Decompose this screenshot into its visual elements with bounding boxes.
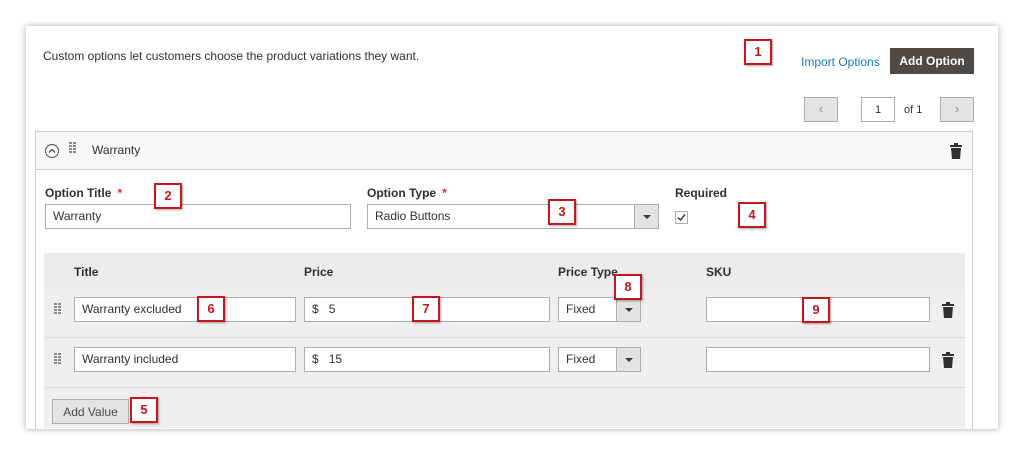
value-title-input[interactable]: Warranty included <box>74 347 296 372</box>
pager-prev-button[interactable]: ‹ <box>804 97 838 122</box>
option-type-select[interactable]: Radio Buttons <box>367 204 659 229</box>
import-options-link[interactable]: Import Options <box>801 55 880 69</box>
value-price-input[interactable]: $15 <box>304 347 550 372</box>
required-checkbox[interactable] <box>675 211 688 224</box>
option-header-title: Warranty <box>92 143 141 157</box>
value-title-input[interactable]: Warranty excluded <box>74 297 296 322</box>
currency-symbol: $ <box>312 302 319 316</box>
intro-text: Custom options let customers choose the … <box>43 49 420 63</box>
callout-marker: 4 <box>738 202 766 228</box>
checkmark-icon <box>677 214 686 222</box>
option-title-input[interactable]: Warranty <box>45 204 351 229</box>
option-type-label: Option Type * <box>367 186 447 200</box>
value-price-type-select[interactable]: Fixed <box>558 297 641 322</box>
callout-marker: 5 <box>130 397 158 423</box>
add-value-button[interactable]: Add Value <box>52 399 129 424</box>
add-option-button[interactable]: Add Option <box>890 48 974 74</box>
chevron-down-icon[interactable] <box>634 205 658 228</box>
values-grid-header: Title Price Price Type SKU <box>44 253 965 289</box>
option-title-label: Option Title * <box>45 186 123 200</box>
drag-handle-icon[interactable] <box>54 303 61 314</box>
pager-total-label: of 1 <box>904 104 923 116</box>
pager-next-button[interactable]: › <box>940 97 974 122</box>
collapse-circle-icon[interactable] <box>45 144 59 158</box>
callout-marker: 7 <box>412 296 440 322</box>
required-star: * <box>442 186 447 200</box>
trash-icon[interactable] <box>941 302 955 318</box>
price-type-value: Fixed <box>566 302 596 316</box>
custom-options-panel: Custom options let customers choose the … <box>26 26 998 429</box>
drag-handle-icon[interactable] <box>69 142 76 153</box>
currency-symbol: $ <box>312 352 319 366</box>
required-star: * <box>117 186 123 200</box>
column-sku: SKU <box>706 265 732 279</box>
column-price-type: Price Type <box>558 265 618 279</box>
trash-icon[interactable] <box>949 143 963 159</box>
callout-marker: 2 <box>154 183 182 209</box>
column-price: Price <box>304 265 334 279</box>
pager-page-input[interactable] <box>861 97 895 122</box>
price-type-value: Fixed <box>566 352 596 366</box>
callout-marker: 8 <box>614 274 642 300</box>
callout-marker: 1 <box>744 39 772 65</box>
option-fieldset: Warranty Option Title * Warranty Option T… <box>35 131 973 429</box>
row-divider <box>44 387 965 388</box>
chevron-down-icon[interactable] <box>616 348 640 371</box>
option-type-value: Radio Buttons <box>375 209 451 223</box>
callout-marker: 3 <box>548 199 576 225</box>
chevron-down-icon[interactable] <box>616 298 640 321</box>
price-value: 5 <box>328 302 336 316</box>
callout-marker: 6 <box>197 296 225 322</box>
option-header[interactable]: Warranty <box>36 132 972 170</box>
required-label: Required <box>675 186 728 200</box>
price-value: 15 <box>328 352 343 366</box>
row-divider <box>44 337 965 338</box>
trash-icon[interactable] <box>941 352 955 368</box>
value-sku-input[interactable] <box>706 347 930 372</box>
value-price-type-select[interactable]: Fixed <box>558 347 641 372</box>
drag-handle-icon[interactable] <box>54 353 61 364</box>
column-title: Title <box>74 265 99 279</box>
option-values-grid: Title Price Price Type SKU Warranty excl… <box>44 253 965 428</box>
callout-marker: 9 <box>802 297 830 323</box>
